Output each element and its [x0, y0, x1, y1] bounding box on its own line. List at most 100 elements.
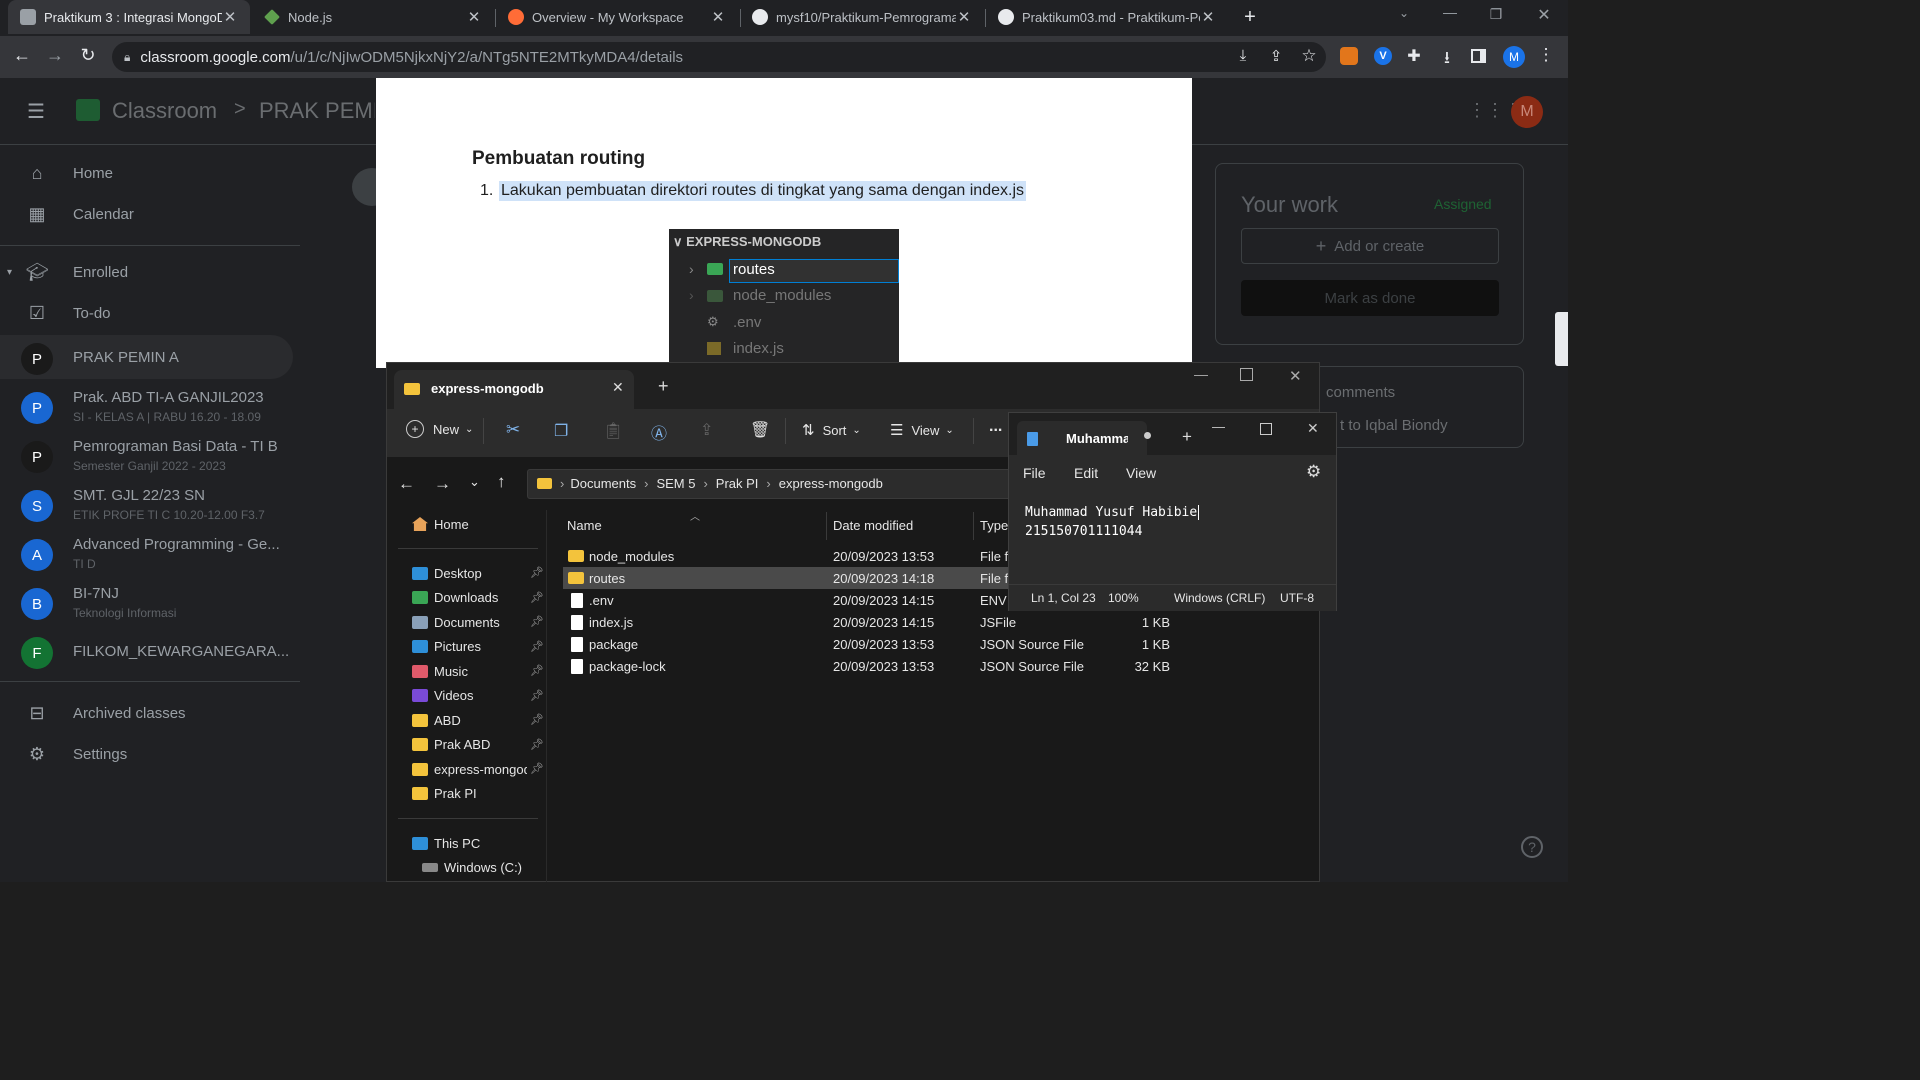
- forward-icon[interactable]: →: [434, 474, 451, 494]
- add-comment-link[interactable]: t to Iqbal Biondy: [1340, 417, 1448, 434]
- sort-button[interactable]: ⇅ Sort ⌄: [802, 421, 861, 439]
- column-type[interactable]: Type: [980, 518, 1008, 533]
- nav-quick-access-item[interactable]: Prak ABD: [412, 734, 527, 756]
- forward-icon[interactable]: →: [43, 45, 67, 66]
- menu-file[interactable]: File: [1023, 465, 1046, 481]
- new-tab-icon[interactable]: +: [658, 376, 669, 397]
- settings-gear-icon[interactable]: ⚙: [1306, 462, 1321, 482]
- nav-quick-access-item[interactable]: Music: [412, 660, 527, 682]
- restore-window-icon[interactable]: ❐: [1484, 6, 1508, 23]
- nav-quick-access-item[interactable]: Pictures: [412, 636, 527, 658]
- chrome-menu-icon[interactable]: ⋮: [1534, 45, 1558, 65]
- cut-icon[interactable]: ✂: [506, 420, 520, 440]
- classroom-brand[interactable]: Classroom: [112, 98, 217, 124]
- sidebar-class-item[interactable]: P PRAK PEMIN A: [0, 337, 300, 381]
- bookmark-star-icon[interactable]: ☆: [1297, 46, 1321, 66]
- back-icon[interactable]: ←: [10, 45, 34, 66]
- side-panel-icon[interactable]: [1471, 49, 1486, 63]
- browser-tab-postman[interactable]: Overview - My Workspace ✕: [496, 0, 738, 34]
- main-menu-icon[interactable]: ☰: [24, 99, 48, 124]
- pin-icon[interactable]: 📌︎: [530, 615, 544, 628]
- sidebar-item-home[interactable]: ⌂ Home: [0, 153, 300, 193]
- address-bar[interactable]: 🔒︎ classroom.google.com/u/1/c/NjIwODM5Nj…: [112, 42, 1326, 72]
- notepad-tab[interactable]: Muhamma: [1017, 421, 1151, 455]
- breadcrumb-sem5[interactable]: SEM 5: [656, 476, 695, 491]
- menu-view[interactable]: View: [1126, 465, 1156, 481]
- breadcrumb-documents[interactable]: Documents: [570, 476, 636, 491]
- sidebar-item-calendar[interactable]: ▦ Calendar: [0, 194, 300, 234]
- browser-tab-nodejs[interactable]: Node.js ✕: [252, 0, 494, 34]
- paste-icon[interactable]: 📋︎: [603, 421, 623, 441]
- minimize-window-icon[interactable]: —: [1194, 366, 1208, 382]
- close-tab-icon[interactable]: ✕: [466, 8, 482, 26]
- view-button[interactable]: ☰ View ⌄: [890, 421, 954, 439]
- recent-locations-icon[interactable]: ⌄: [469, 474, 480, 490]
- delete-icon[interactable]: 🗑︎: [750, 420, 770, 440]
- nav-quick-access-item[interactable]: Desktop: [412, 562, 527, 584]
- explorer-tab[interactable]: express-mongodb ✕: [394, 370, 634, 409]
- nav-home[interactable]: Home: [412, 513, 469, 535]
- help-icon[interactable]: ?: [1521, 836, 1543, 858]
- sidebar-item-settings[interactable]: ⚙ Settings: [0, 734, 300, 774]
- breadcrumb-prak-pi[interactable]: Prak PI: [716, 476, 759, 491]
- browser-tab-github-md[interactable]: Praktikum03.md - Praktikum-Pem ✕: [986, 0, 1228, 34]
- sidebar-item-todo[interactable]: ☑ To-do: [0, 293, 300, 333]
- tab-search-icon[interactable]: ⌄: [1392, 6, 1416, 20]
- new-button[interactable]: + New ⌄: [406, 420, 473, 438]
- nav-quick-access-item[interactable]: Documents: [412, 611, 527, 633]
- nav-quick-access-item[interactable]: Videos: [412, 685, 527, 707]
- maximize-window-icon[interactable]: [1260, 423, 1272, 435]
- pin-icon[interactable]: 📌︎: [530, 664, 544, 677]
- account-avatar[interactable]: M: [1511, 96, 1543, 128]
- file-row[interactable]: index.js 20/09/2023 14:15 JSFile 1 KB: [563, 611, 1183, 633]
- breadcrumb-express-mongodb[interactable]: express-mongodb: [779, 476, 883, 491]
- profile-avatar[interactable]: M: [1503, 46, 1525, 68]
- file-row[interactable]: package 20/09/2023 13:53 JSON Source File 1…: [563, 633, 1183, 655]
- reload-icon[interactable]: ↻: [76, 45, 100, 66]
- pin-icon[interactable]: 📌︎: [530, 640, 544, 653]
- close-window-icon[interactable]: ✕: [1532, 5, 1556, 25]
- close-tab-icon[interactable]: ✕: [710, 8, 726, 26]
- browser-tab-github-repo[interactable]: mysf10/Praktikum-Pemrograman ✕: [740, 0, 984, 34]
- sidebar-class-item[interactable]: B BI-7NJ Teknologi Informasi: [0, 582, 300, 626]
- sidebar-class-item[interactable]: F FILKOM_KEWARGANEGARA...: [0, 631, 300, 675]
- sidebar-class-item[interactable]: P Pemrograman Basi Data - TI B Semester Ga…: [0, 435, 300, 479]
- extensions-puzzle-icon[interactable]: ✚: [1402, 46, 1426, 66]
- close-window-icon[interactable]: ✕: [1289, 367, 1302, 385]
- page-scrollbar-thumb[interactable]: [1555, 312, 1568, 366]
- sidebar-class-item[interactable]: A Advanced Programming - Ge... TI D: [0, 533, 300, 577]
- pin-icon[interactable]: 📌︎: [530, 738, 544, 751]
- sidebar-class-item[interactable]: P Prak. ABD TI-A GANJIL2023 SI - KELAS A |…: [0, 386, 300, 430]
- close-tab-icon[interactable]: ✕: [1200, 8, 1216, 26]
- mark-as-done-button[interactable]: Mark as done: [1241, 280, 1499, 316]
- minimize-window-icon[interactable]: —: [1438, 4, 1462, 20]
- pin-icon[interactable]: 📌︎: [530, 591, 544, 604]
- extension-v-icon[interactable]: V: [1374, 47, 1392, 65]
- pin-icon[interactable]: 📌︎: [530, 689, 544, 702]
- close-tab-icon[interactable]: ✕: [956, 8, 972, 26]
- downloads-icon[interactable]: ⭳: [1435, 45, 1459, 74]
- minimize-window-icon[interactable]: —: [1212, 419, 1225, 434]
- nav-quick-access-item[interactable]: express-mongodb: [412, 758, 527, 780]
- browser-tab-classroom[interactable]: Praktikum 3 : Integrasi MongoDB ✕: [8, 0, 250, 34]
- metamask-extension-icon[interactable]: [1340, 47, 1358, 65]
- pin-icon[interactable]: 📌︎: [530, 762, 544, 775]
- sidebar-item-enrolled[interactable]: ▾ 🎓︎ Enrolled: [0, 252, 300, 292]
- close-tab-icon[interactable]: ✕: [222, 8, 238, 26]
- sidebar-item-archived[interactable]: ⊟ Archived classes: [0, 693, 300, 733]
- back-icon[interactable]: ←: [398, 474, 415, 494]
- up-folder-icon[interactable]: ↑: [497, 472, 506, 492]
- nav-quick-access-item[interactable]: ABD: [412, 709, 527, 731]
- nav-quick-access-item[interactable]: Downloads: [412, 587, 527, 609]
- add-or-create-button[interactable]: + Add or create: [1241, 228, 1499, 264]
- maximize-window-icon[interactable]: [1240, 368, 1253, 381]
- text-line-1[interactable]: Muhammad Yusuf Habibie: [1025, 505, 1200, 520]
- install-app-icon[interactable]: ⤓: [1231, 47, 1255, 64]
- share-icon[interactable]: ⇪: [1264, 47, 1288, 65]
- pin-icon[interactable]: 📌︎: [530, 566, 544, 579]
- close-tab-icon[interactable]: ✕: [612, 379, 624, 396]
- pin-icon[interactable]: 📌︎: [530, 713, 544, 726]
- rename-icon[interactable]: Ⓐ: [651, 420, 667, 444]
- sidebar-class-item[interactable]: S SMT. GJL 22/23 SN ETIK PROFE TI C 10.20-…: [0, 484, 300, 528]
- copy-icon[interactable]: ❐: [554, 421, 568, 441]
